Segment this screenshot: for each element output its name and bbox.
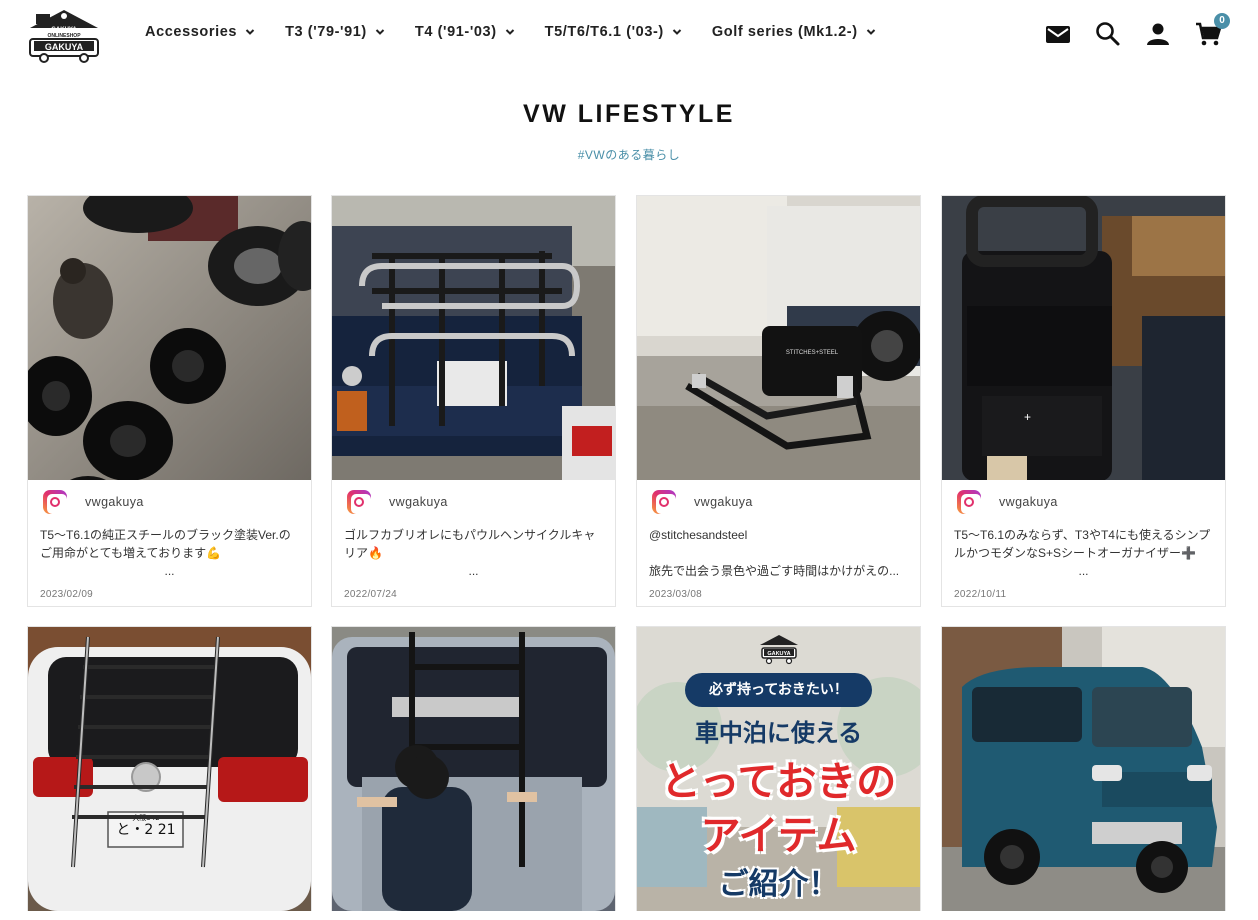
nav-t3[interactable]: T3 ('79-'91) bbox=[285, 24, 385, 40]
svg-text:と・2 21: と・2 21 bbox=[116, 822, 175, 838]
promo-line-3: アイテム bbox=[700, 813, 857, 859]
post-caption: @stitchesandsteel bbox=[649, 528, 748, 542]
header-icons: 0 bbox=[1022, 13, 1230, 48]
search-icon[interactable] bbox=[1094, 20, 1122, 48]
svg-text:+: + bbox=[1024, 410, 1031, 424]
chevron-down-icon bbox=[672, 29, 682, 35]
instagram-icon bbox=[652, 490, 676, 514]
chevron-down-icon bbox=[866, 29, 875, 35]
chevron-down-icon bbox=[505, 29, 514, 35]
post-photo-promo-banner: GAKUYA 必ず持っておきたい！ 車中泊に使える とっておきの アイテム ご紹… bbox=[637, 627, 920, 911]
chevron-down-icon bbox=[245, 29, 255, 35]
nav-t5-t6[interactable]: T5/T6/T6.1 ('03-) bbox=[545, 24, 682, 40]
post-photo-blue-van bbox=[942, 627, 1225, 911]
page-subtitle: #VWのある暮らし bbox=[577, 148, 681, 162]
promo-line-2: とっておきの bbox=[660, 759, 897, 805]
cart-count-badge: 0 bbox=[1214, 13, 1230, 29]
post-date: 2022/07/24 bbox=[344, 589, 398, 600]
instagram-post-card[interactable]: vwgakuya ゴルフカブリオレにもパウルヘンサイクルキャリア🔥 ... 20… bbox=[331, 195, 616, 607]
gakuya-logo-small: GAKUYA bbox=[760, 635, 798, 665]
post-caption-excerpt: 旅先で出会う景色や過ごす時間はかけがえの... bbox=[649, 564, 900, 578]
post-date: 2023/02/09 bbox=[40, 589, 94, 600]
post-photo-chair: STITCHES+STEEL bbox=[637, 196, 920, 480]
svg-text:GAKUYA: GAKUYA bbox=[45, 42, 84, 52]
nav-t4[interactable]: T4 ('91-'03) bbox=[415, 24, 515, 40]
nav-accessories[interactable]: Accessories bbox=[145, 24, 255, 40]
nav-label: T3 ('79-'91) bbox=[285, 24, 367, 40]
instagram-icon bbox=[347, 490, 371, 514]
post-username: vwgakuya bbox=[389, 495, 448, 509]
post-ellipsis: ... bbox=[1078, 564, 1089, 578]
site-header: GAKUYA ONLINESHOP GAKUYA Accessories T3 … bbox=[0, 0, 1258, 72]
post-ellipsis: ... bbox=[468, 564, 479, 578]
svg-text:STITCHES+STEEL: STITCHES+STEEL bbox=[786, 350, 839, 356]
post-date: 2023/03/08 bbox=[649, 589, 703, 600]
nav-label: T4 ('91-'03) bbox=[414, 24, 497, 40]
promo-line-4: ご紹介！ bbox=[718, 867, 839, 902]
instagram-post-card[interactable]: + vwgakuya T5〜T6.1のみならず、T3やT4にも使えるシンプルかつ… bbox=[941, 195, 1226, 607]
post-username: vwgakuya bbox=[999, 495, 1058, 509]
post-meta: vwgakuya @stitchesandsteel 旅先で出会う景色や過ごす時… bbox=[637, 480, 920, 606]
post-photo-golf-carrier bbox=[332, 196, 615, 480]
instagram-post-card[interactable] bbox=[941, 626, 1226, 911]
post-caption: T5〜T6.1の純正スチールのブラック塗装Ver.のご用命がとても増えております… bbox=[40, 528, 291, 560]
post-username: vwgakuya bbox=[694, 495, 753, 509]
nav-label: T5/T6/T6.1 ('03-) bbox=[544, 24, 664, 40]
instagram-post-card[interactable]: STITCHES+STEEL vwgakuya @stitchesandstee… bbox=[636, 195, 921, 607]
instagram-icon bbox=[43, 490, 67, 514]
post-caption: ゴルフカブリオレにもパウルヘンサイクルキャリア🔥 bbox=[344, 528, 596, 560]
instagram-post-card[interactable] bbox=[331, 626, 616, 911]
page-title: VW LIFESTYLE bbox=[523, 100, 735, 128]
main-nav: Accessories T3 ('79-'91) T4 ('91-'03) T5… bbox=[145, 24, 906, 40]
promo-banner-pill: 必ず持っておきたい！ bbox=[685, 673, 872, 707]
nav-label: Golf series (Mk1.2-) bbox=[711, 24, 858, 40]
gakuya-logo[interactable]: GAKUYA ONLINESHOP GAKUYA bbox=[26, 6, 102, 64]
post-date: 2022/10/11 bbox=[954, 589, 1007, 600]
post-username: vwgakuya bbox=[85, 495, 144, 509]
post-ellipsis: ... bbox=[164, 564, 175, 578]
post-meta: vwgakuya T5〜T6.1のみならず、T3やT4にも使えるシンプルかつモダ… bbox=[942, 480, 1225, 606]
instagram-icon bbox=[957, 490, 981, 514]
post-photo-silver-van-carrier bbox=[332, 627, 615, 911]
post-photo-tires bbox=[28, 196, 311, 480]
instagram-post-card[interactable]: と・2 21 大阪342 bbox=[27, 626, 312, 911]
post-meta: vwgakuya T5〜T6.1の純正スチールのブラック塗装Ver.のご用命がと… bbox=[28, 480, 311, 606]
instagram-post-card[interactable]: GAKUYA 必ず持っておきたい！ 車中泊に使える とっておきの アイテム ご紹… bbox=[636, 626, 921, 911]
mail-icon[interactable] bbox=[1044, 20, 1072, 48]
post-meta: vwgakuya ゴルフカブリオレにもパウルヘンサイクルキャリア🔥 ... 20… bbox=[332, 480, 615, 606]
promo-line-1: 車中泊に使える bbox=[694, 719, 863, 747]
nav-golf[interactable]: Golf series (Mk1.2-) bbox=[712, 24, 876, 40]
nav-label: Accessories bbox=[145, 24, 238, 40]
post-photo-white-vw-ladder: と・2 21 大阪342 bbox=[28, 627, 311, 911]
svg-text:GAKUYA: GAKUYA bbox=[767, 651, 790, 657]
chevron-down-icon bbox=[375, 29, 385, 35]
instagram-post-card[interactable]: vwgakuya T5〜T6.1の純正スチールのブラック塗装Ver.のご用命がと… bbox=[27, 195, 312, 607]
post-caption: T5〜T6.1のみならず、T3やT4にも使えるシンプルかつモダンなS+Sシートオ… bbox=[954, 528, 1211, 560]
account-icon[interactable] bbox=[1144, 20, 1172, 48]
cart-icon[interactable]: 0 bbox=[1194, 13, 1230, 48]
post-photo-seat-organizer: + bbox=[942, 196, 1225, 480]
